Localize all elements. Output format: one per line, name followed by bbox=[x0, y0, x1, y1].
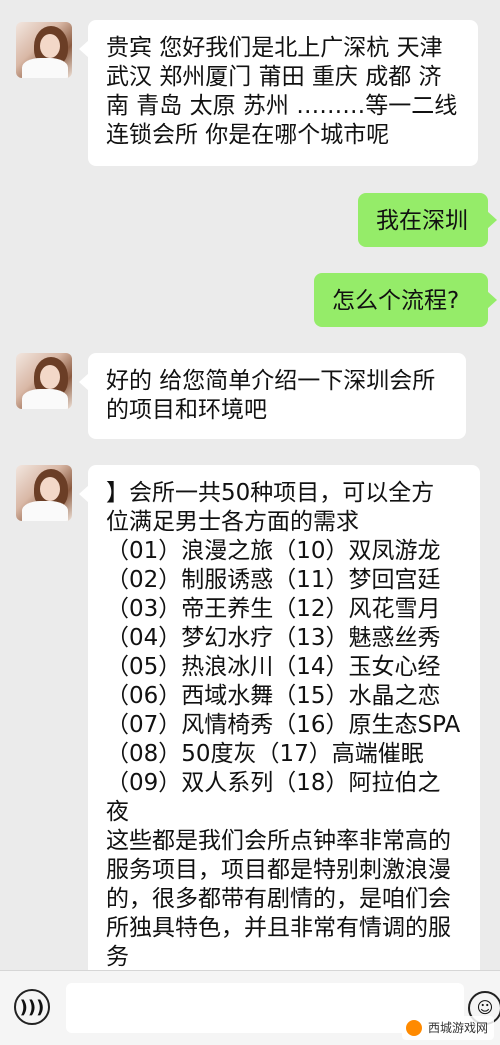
contact-avatar[interactable] bbox=[16, 22, 72, 78]
voice-icon[interactable]: ))) bbox=[14, 989, 50, 1025]
site-watermark: 西城游戏网 bbox=[402, 1016, 495, 1040]
message-bubble-incoming[interactable]: 贵宾 您好我们是北上广深杭 天津 武汉 郑州厦门 莆田 重庆 成都 济 南 青岛… bbox=[79, 20, 478, 166]
contact-avatar[interactable] bbox=[16, 353, 72, 409]
message-bubble-incoming[interactable]: 好的 给您简单介绍一下深圳会所 的项目和环境吧 bbox=[79, 353, 466, 439]
message-bubble-outgoing[interactable]: 怎么个流程? bbox=[314, 273, 497, 327]
message-bubble-incoming[interactable]: 】会所一共50种项目，可以全方 位满足男士各方面的需求 （01）浪漫之旅（10）… bbox=[79, 465, 480, 985]
watermark-logo-icon bbox=[406, 1020, 422, 1036]
contact-avatar[interactable] bbox=[16, 465, 72, 521]
watermark-text: 西城游戏网 bbox=[428, 1021, 489, 1035]
message-bubble-outgoing[interactable]: 我在深圳 bbox=[358, 193, 497, 247]
